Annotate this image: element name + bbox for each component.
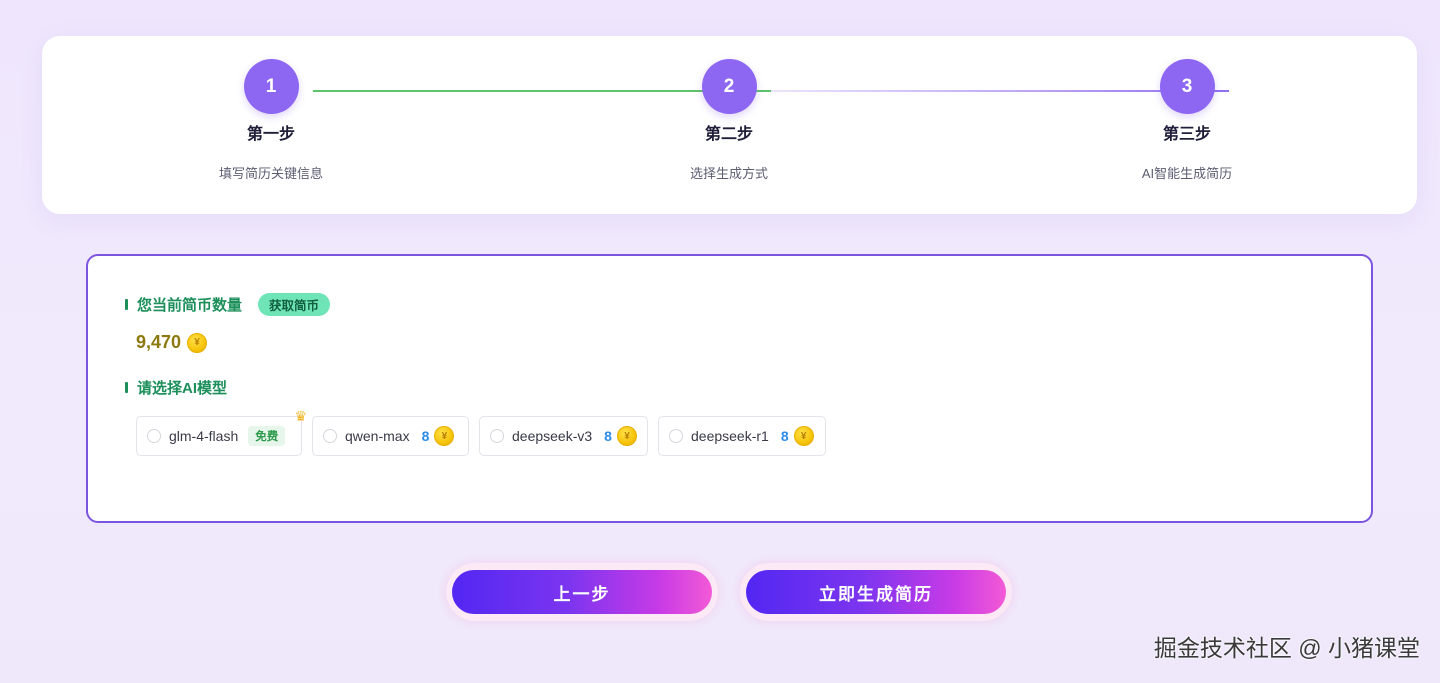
- model-option-glm-4-flash[interactable]: glm-4-flash 免费 ♛: [136, 408, 307, 456]
- step-2: 2 第二步 选择生成方式: [609, 59, 849, 182]
- step-number: 3: [1159, 59, 1215, 114]
- step-title: 第二步: [704, 126, 753, 143]
- model-name: qwen-max: [345, 428, 410, 444]
- step-title: 第一步: [246, 126, 295, 143]
- step-1: 1 第一步 填写简历关键信息: [151, 59, 391, 182]
- step-number: 1: [243, 59, 299, 114]
- step-desc: 选择生成方式: [689, 166, 768, 181]
- generate-resume-button[interactable]: 立即生成简历: [746, 570, 1006, 614]
- radio-button[interactable]: [323, 429, 337, 443]
- crown-icon: ♛: [294, 408, 307, 424]
- model-label: 请选择AI模型: [137, 380, 228, 397]
- generate-button-wrap: 立即生成简历: [740, 563, 1012, 621]
- step-number: 2: [701, 59, 757, 114]
- coins-label: 您当前简币数量: [137, 297, 243, 314]
- radio-button[interactable]: [147, 429, 161, 443]
- coin-icon: ¥: [434, 426, 455, 446]
- prev-step-button[interactable]: 上一步: [452, 570, 712, 614]
- coin-icon: ¥: [616, 426, 637, 446]
- coins-section-label: 您当前简币数量 获取简币: [125, 293, 331, 316]
- model-option-qwen-max[interactable]: qwen-max 8 ¥: [312, 416, 469, 456]
- model-price: 8: [604, 428, 612, 444]
- radio-button[interactable]: [490, 429, 504, 443]
- coin-icon: ¥: [187, 332, 208, 353]
- model-options: glm-4-flash 免费 ♛ qwen-max 8 ¥ deepseek-v…: [136, 408, 826, 456]
- section-bar: [125, 382, 128, 393]
- watermark: 掘金技术社区 @ 小猪课堂: [1153, 635, 1420, 661]
- radio-button[interactable]: [669, 429, 683, 443]
- model-price: 8: [421, 428, 430, 444]
- coin-count: 9,470: [136, 332, 182, 352]
- model-name: deepseek-v3: [512, 428, 593, 444]
- step-3: 3 第三步 AI智能生成简历: [1067, 59, 1307, 182]
- step-desc: 填写简历关键信息: [218, 166, 323, 181]
- generation-options-panel: 您当前简币数量 获取简币 9,470 ¥ 请选择AI模型 glm-4-flash…: [86, 254, 1373, 523]
- model-section-label: 请选择AI模型: [125, 377, 227, 398]
- step-title: 第三步: [1162, 126, 1211, 143]
- coin-balance: 9,470 ¥: [136, 332, 208, 353]
- steps-card: 1 第一步 填写简历关键信息 2 第二步 选择生成方式 3 第三步 AI智能生成…: [42, 36, 1417, 214]
- model-name: glm-4-flash: [169, 428, 239, 444]
- model-option-deepseek-v3[interactable]: deepseek-v3 8 ¥: [479, 416, 648, 456]
- coin-icon: ¥: [793, 426, 814, 446]
- model-price: 8: [780, 428, 789, 444]
- prev-button-wrap: 上一步: [446, 563, 718, 621]
- model-option-deepseek-r1[interactable]: deepseek-r1 8 ¥: [658, 416, 826, 456]
- get-coins-button[interactable]: 获取简币: [258, 293, 331, 316]
- section-bar: [125, 299, 128, 310]
- model-name: deepseek-r1: [691, 428, 769, 444]
- step-desc: AI智能生成简历: [1141, 166, 1233, 181]
- free-badge: 免费: [248, 426, 286, 446]
